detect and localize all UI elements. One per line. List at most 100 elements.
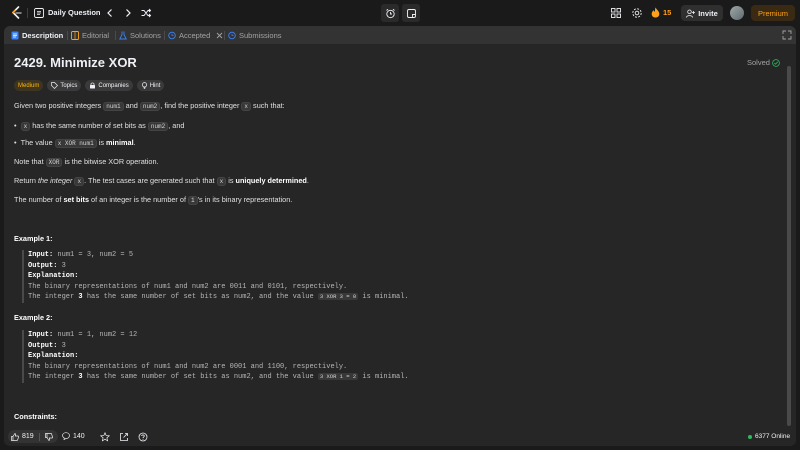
inline-code: num1	[103, 102, 124, 111]
text: Given two positive integers	[14, 101, 104, 110]
lightbulb-icon	[141, 82, 147, 89]
tab-divider	[164, 31, 165, 40]
avatar[interactable]	[730, 6, 744, 20]
divider	[27, 8, 28, 18]
text: of an integer is the number of	[89, 195, 189, 204]
inline-code: x	[74, 177, 85, 186]
example-output: Output: 3	[28, 341, 782, 352]
text: has the same number of set bits as num2,…	[82, 293, 318, 301]
problem-title: 2429. Minimize XOR	[14, 55, 137, 70]
daily-question-link[interactable]: Daily Question	[48, 8, 101, 17]
difficulty-badge: Medium	[14, 80, 44, 91]
text: 's in its binary representation.	[197, 195, 293, 204]
tab-accepted[interactable]: Accepted	[168, 26, 223, 44]
chevron-right-icon[interactable]	[122, 7, 134, 19]
help-icon[interactable]	[138, 432, 148, 442]
tab-solutions-label: Solutions	[130, 30, 161, 40]
hint-chip[interactable]: Hint	[136, 80, 165, 91]
topics-label: Topics	[60, 82, 78, 89]
alarm-clock-icon	[385, 8, 395, 18]
example-1-block: Input: num1 = 3, num2 = 5 Output: 3 Expl…	[22, 250, 782, 303]
maximize-icon[interactable]	[782, 30, 792, 40]
tag-chips: Medium Topics Companies Hint	[14, 80, 165, 91]
comment-icon	[62, 432, 70, 440]
check-circle-icon	[772, 58, 780, 67]
text: , and	[168, 121, 185, 130]
inline-code: x	[216, 177, 227, 186]
bottom-action-bar: 819 140 6377 Online	[4, 428, 796, 446]
description-panel: Description Editorial Solutions Accepted	[4, 26, 796, 446]
tab-divider	[67, 31, 68, 40]
close-icon[interactable]	[216, 32, 223, 39]
inline-code: num2	[147, 122, 169, 131]
companies-label: Companies	[98, 82, 129, 89]
invite-button[interactable]: Invite	[681, 5, 723, 21]
fire-icon	[651, 7, 660, 18]
share-icon[interactable]	[119, 432, 129, 442]
tab-editorial-label: Editorial	[82, 30, 110, 40]
solved-label: Solved	[747, 58, 770, 67]
like-dislike-group: 819	[8, 430, 58, 443]
condition-bullet-2: • The value x XOR num1 is minimal.	[14, 138, 136, 148]
input-label: Input:	[28, 331, 54, 339]
output-value: 3	[57, 261, 66, 270]
note-icon	[406, 8, 416, 18]
bold-text: uniquely determined	[235, 176, 307, 185]
history-icon	[228, 31, 236, 39]
comments-button[interactable]: 140	[62, 432, 85, 440]
tab-accepted-label: Accepted	[179, 30, 211, 40]
text: has the same number of set bits as	[30, 121, 148, 130]
return-statement: Return the integer x. The test cases are…	[14, 176, 309, 186]
thumbs-up-icon[interactable]	[11, 432, 19, 441]
add-user-icon	[686, 9, 696, 18]
explanation-line: The integer 3 has the same number of set…	[28, 292, 782, 303]
text: . The test cases are generated such that	[84, 176, 217, 185]
tab-divider	[224, 31, 225, 40]
inline-code: x	[20, 122, 31, 131]
tab-description[interactable]: Description	[11, 26, 63, 44]
text: is the bitwise XOR operation.	[62, 157, 159, 166]
tab-editorial[interactable]: Editorial	[71, 26, 109, 44]
bold-text: set bits	[63, 195, 90, 204]
text: has the same number of set bits as num2,…	[82, 373, 318, 381]
shuffle-icon[interactable]	[140, 7, 152, 19]
star-icon[interactable]	[100, 432, 110, 442]
top-navbar: Daily Question 15 Invite Premium	[0, 0, 800, 26]
example-input: Input: num1 = 1, num2 = 12	[28, 330, 782, 341]
text: .	[133, 138, 136, 147]
layout-grid-icon[interactable]	[610, 7, 622, 19]
set-bits-definition: The number of set bits of an integer is …	[14, 195, 293, 205]
chevron-left-icon[interactable]	[104, 7, 116, 19]
text: The number of	[14, 195, 64, 204]
gear-icon[interactable]	[631, 7, 643, 19]
tag-icon	[51, 82, 59, 89]
thumbs-down-icon[interactable]	[44, 432, 53, 441]
notes-button[interactable]	[402, 4, 420, 22]
timer-button[interactable]	[381, 4, 399, 22]
input-value: num1 = 1, num2 = 12	[53, 331, 138, 339]
tab-submissions-label: Submissions	[239, 30, 282, 40]
lock-icon	[90, 82, 96, 89]
tab-solutions[interactable]: Solutions	[119, 26, 161, 44]
text: The integer	[28, 373, 79, 381]
companies-chip[interactable]: Companies	[85, 80, 133, 91]
leetcode-logo-icon[interactable]	[10, 6, 24, 20]
text: The integer	[28, 293, 79, 301]
topics-chip[interactable]: Topics	[47, 80, 82, 91]
explanation-label: Explanation:	[28, 352, 79, 360]
streak-counter[interactable]: 15	[651, 7, 671, 18]
output-label: Output:	[28, 261, 58, 270]
example-2-title: Example 2:	[14, 313, 53, 322]
divider	[38, 432, 40, 441]
tab-submissions[interactable]: Submissions	[228, 26, 282, 44]
list-icon[interactable]	[34, 8, 44, 18]
example-output: Output: 3	[28, 261, 782, 272]
text: such that:	[251, 101, 285, 110]
scrollbar[interactable]	[787, 66, 791, 426]
text: is minimal.	[358, 293, 409, 301]
bold-text: minimal	[106, 138, 134, 147]
inline-code: num2	[139, 102, 161, 111]
example-explanation-label: Explanation:	[28, 351, 782, 362]
text: The value	[20, 138, 55, 147]
premium-button[interactable]: Premium	[751, 5, 795, 21]
